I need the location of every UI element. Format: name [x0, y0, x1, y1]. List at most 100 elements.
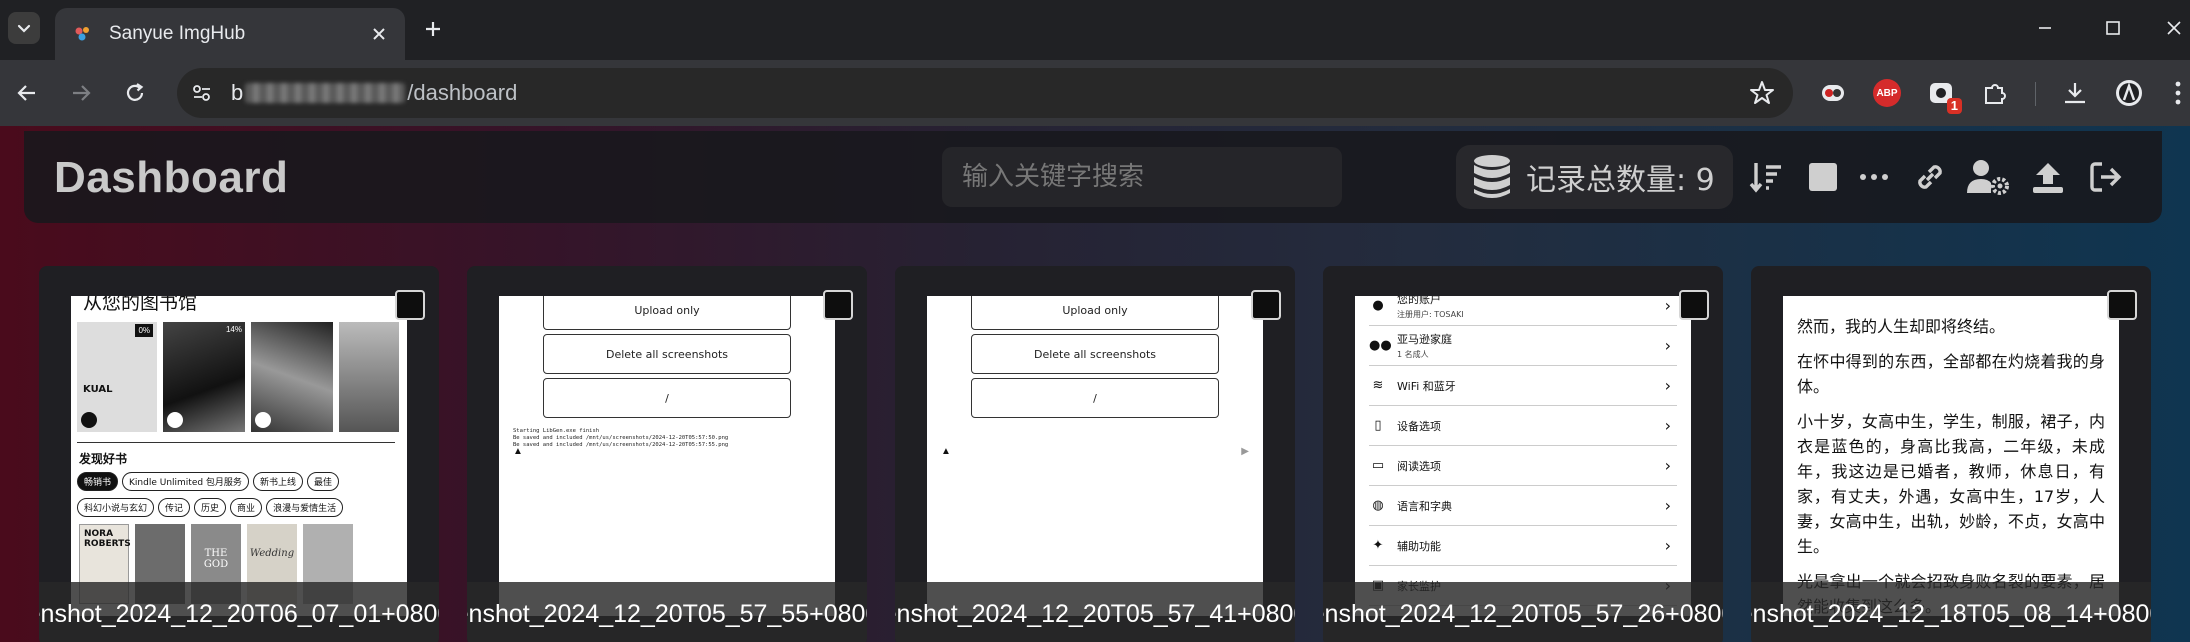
image-card[interactable]: Upload only Delete all screenshots / Sta… — [467, 266, 867, 642]
image-card[interactable]: 从您的图书馆 0% KUAL 14% 发现好书 畅销书 Kindle Unlimi… — [39, 266, 439, 642]
bookmark-star-icon[interactable] — [1749, 80, 1775, 106]
logout-button[interactable] — [2084, 155, 2128, 199]
accessibility-icon: ✦ — [1372, 538, 1384, 553]
delete-screenshots-button[interactable]: Delete all screenshots — [543, 334, 791, 374]
reload-button[interactable] — [117, 75, 153, 111]
screenshot-thumbnail[interactable]: Upload only Delete all screenshots / Sta… — [499, 296, 835, 616]
plus-icon — [426, 22, 440, 36]
category-pill[interactable]: 最佳 — [306, 472, 339, 491]
extension-badged-button[interactable]: 1 — [1924, 76, 1962, 114]
category-pill[interactable]: 传记 — [158, 498, 191, 517]
select-checkbox[interactable] — [395, 290, 425, 320]
minimize-icon — [2039, 27, 2051, 29]
paragraph: 在怀中得到的东西，全部都在灼烧着我的身体。 — [1797, 352, 2105, 396]
new-tab-button[interactable] — [418, 14, 448, 44]
screenshot-thumbnail[interactable]: 然而，我的人生却即将终结。 在怀中得到的东西，全部都在灼烧着我的身体。 小十岁，… — [1783, 296, 2119, 616]
discover-heading: 发现好书 — [79, 452, 128, 466]
settings-row[interactable]: ●● 亚马逊家庭 1 名成人 › — [1369, 326, 1677, 366]
category-pill[interactable]: 商业 — [230, 498, 263, 517]
triangle-up-icon[interactable]: ▲ — [941, 446, 951, 457]
divider — [77, 442, 395, 443]
sort-icon — [1749, 163, 1781, 193]
category-pill[interactable]: 新书上线 — [252, 472, 303, 491]
settings-row[interactable]: ▭ 阅读选项 › — [1369, 446, 1677, 486]
extension-badge: 1 — [1946, 98, 1962, 114]
progress-badge: 0% — [135, 324, 153, 337]
select-all-button[interactable] — [1801, 155, 1845, 199]
address-bar[interactable]: b /dashboard — [177, 68, 1793, 118]
category-pill[interactable]: 科幻小说与玄幻 — [77, 498, 155, 517]
triangle-up-icon[interactable]: ▲ — [513, 446, 523, 457]
path-button[interactable]: / — [971, 378, 1219, 418]
sort-button[interactable] — [1744, 155, 1788, 199]
screenshot-thumbnail[interactable]: 从您的图书馆 0% KUAL 14% 发现好书 畅销书 Kindle Unlimi… — [71, 296, 407, 616]
toolbar-separator — [2035, 82, 2036, 106]
delete-screenshots-button[interactable]: Delete all screenshots — [971, 334, 1219, 374]
back-button[interactable] — [9, 75, 45, 111]
category-pill[interactable]: Kindle Unlimited 包月服务 — [122, 472, 249, 491]
tab-search-button[interactable] — [8, 12, 40, 44]
filename-label: enshot_2024_12_20T05_57_55+0800 — [467, 599, 867, 628]
arrow-left-icon — [17, 85, 35, 101]
tune-icon — [193, 85, 210, 101]
site-favicon-icon — [75, 27, 89, 41]
settings-row[interactable]: ● 您的账户 注册用户: TOSAKI › — [1369, 296, 1677, 326]
forward-button[interactable] — [63, 75, 99, 111]
filename-bar: enshot_2024_12_18T05_08_14+0800 — [1751, 582, 2151, 642]
settings-row[interactable]: ◍ 语言和字典 › — [1369, 486, 1677, 526]
select-checkbox[interactable] — [823, 290, 853, 320]
more-options-button[interactable] — [1852, 155, 1896, 199]
book-icon: ▭ — [1371, 458, 1385, 473]
upload-only-button[interactable]: Upload only — [543, 296, 791, 330]
ghost-extension-icon — [1822, 85, 1844, 101]
image-card[interactable]: 然而，我的人生却即将终结。 在怀中得到的东西，全部都在灼烧着我的身体。 小十岁，… — [1751, 266, 2151, 642]
image-card[interactable]: Upload only Delete all screenshots / ▲ ▶… — [895, 266, 1295, 642]
book-title: KUAL — [83, 384, 113, 395]
more-horizontal-icon — [1860, 174, 1888, 180]
settings-row[interactable]: ≋ WiFi 和蓝牙 › — [1369, 366, 1677, 406]
site-info-button[interactable] — [187, 78, 217, 108]
downloads-button[interactable] — [2058, 76, 2092, 110]
upload-only-button[interactable]: Upload only — [971, 296, 1219, 330]
select-checkbox[interactable] — [1679, 290, 1709, 320]
filename-bar: enshot_2024_12_20T05_57_55+0800 — [467, 582, 867, 642]
reload-icon — [126, 83, 144, 101]
window-close-button[interactable] — [2158, 12, 2190, 44]
select-checkbox[interactable] — [1251, 290, 1281, 320]
category-pill[interactable]: 浪漫与爱情生活 — [266, 498, 344, 517]
maximize-icon — [2106, 21, 2120, 35]
search-input[interactable] — [942, 147, 1342, 207]
arrow-right-icon — [73, 85, 91, 101]
copy-link-button[interactable] — [1908, 155, 1952, 199]
upload-icon — [2033, 163, 2063, 193]
extension-adblock-button[interactable]: ABP — [1870, 76, 1904, 110]
path-button[interactable]: / — [543, 378, 791, 418]
chrome-menu-button[interactable] — [2166, 76, 2190, 110]
chevron-right-icon: › — [1664, 296, 1671, 315]
filename-bar: enshot_2024_12_20T06_07_01+0800 — [39, 582, 439, 642]
extension-ghost-button[interactable] — [1816, 76, 1850, 110]
category-pill[interactable]: 畅销书 — [77, 472, 119, 491]
url-text: b /dashboard — [231, 80, 517, 106]
image-card[interactable]: ● 您的账户 注册用户: TOSAKI › ●● 亚马逊家庭 1 名成人 › ≋ W… — [1323, 266, 1723, 642]
paragraph: 然而，我的人生却即将终结。 — [1797, 317, 2006, 336]
tab-close-button[interactable] — [367, 22, 391, 46]
settings-row[interactable]: ▯ 设备选项 › — [1369, 406, 1677, 446]
profile-button[interactable] — [2112, 76, 2146, 110]
select-checkbox[interactable] — [2107, 290, 2137, 320]
extensions-menu-button[interactable] — [1978, 76, 2012, 110]
database-icon — [1474, 155, 1510, 198]
chevron-right-icon: › — [1664, 336, 1671, 355]
user-settings-button[interactable] — [1966, 155, 2010, 199]
active-tab[interactable]: Sanyue ImgHub — [55, 8, 405, 60]
screenshot-thumbnail[interactable]: ● 您的账户 注册用户: TOSAKI › ●● 亚马逊家庭 1 名成人 › ≋ W… — [1355, 296, 1691, 616]
triangle-right-icon[interactable]: ▶ — [1241, 446, 1249, 457]
settings-row[interactable]: ✦ 辅助功能 › — [1369, 526, 1677, 566]
minimize-button[interactable] — [2025, 12, 2065, 44]
maximize-button[interactable] — [2093, 12, 2133, 44]
book-cover: 14% — [163, 322, 245, 432]
progress-text: 14% — [225, 325, 242, 334]
upload-button[interactable] — [2026, 155, 2070, 199]
category-pill[interactable]: 历史 — [194, 498, 227, 517]
screenshot-thumbnail[interactable]: Upload only Delete all screenshots / ▲ ▶ — [927, 296, 1263, 616]
